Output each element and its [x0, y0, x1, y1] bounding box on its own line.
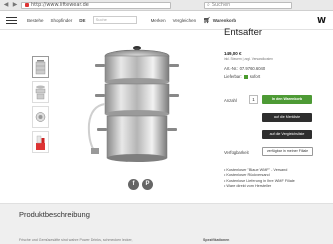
description-text: Frische und Gemüsesäfte sind wahre Power…	[19, 238, 133, 242]
juice-glass-icon	[36, 135, 45, 150]
product-title: Entsafter	[224, 27, 263, 38]
quantity-input[interactable]: 1	[249, 95, 258, 104]
quantity-label: Anzahl	[224, 98, 237, 103]
browser-search-input[interactable]: ⌕ Suchen	[204, 1, 292, 9]
favicon-icon	[25, 3, 29, 7]
feature-item: Kostenlose Lieferung in Ihre WMF Filiale	[224, 179, 294, 183]
menu-icon[interactable]	[6, 16, 17, 24]
add-to-cart-button[interactable]: In den Warenkorb	[262, 95, 312, 104]
thumbnail-1[interactable]	[32, 56, 49, 78]
juicer-parts-icon	[35, 85, 46, 100]
pinterest-icon[interactable]: P	[142, 179, 153, 190]
brand-logo[interactable]: W	[317, 16, 326, 25]
forward-icon[interactable]: ▶	[12, 2, 18, 8]
feature-item: Kostenloser "Blaue WMF" - Versand	[224, 168, 295, 172]
header-link-shopfinder[interactable]: Shopfinder	[51, 18, 73, 23]
url-field[interactable]: http://www.liftewear.de	[21, 1, 171, 9]
description-title: Produktbeschreibung	[19, 210, 90, 219]
juicer-thumb-icon	[35, 60, 46, 75]
article-number: Art.-Nr.: 07.9760.6040	[224, 66, 266, 71]
header-link-merken[interactable]: Merken	[151, 18, 166, 23]
product-price: 149,00 €	[224, 51, 242, 56]
thumbnail-list	[32, 56, 50, 156]
header-link-language[interactable]: DE	[79, 18, 85, 23]
cart-label: Warenkorb	[212, 17, 237, 23]
add-to-wishlist-button[interactable]: auf die Merkliste	[262, 113, 312, 122]
url-text: http://www.liftewear.de	[31, 1, 89, 8]
header-link-vergleichen[interactable]: Vergleichen	[173, 18, 197, 23]
delivery-label: Lieferbar:	[224, 74, 242, 79]
social-share: f P	[128, 179, 153, 190]
feature-list: Kostenloser "Blaue WMF" - Versand Kosten…	[224, 168, 295, 190]
site-header: Bestehe Shopfinder DE Suche Merken Vergl…	[0, 11, 333, 30]
facebook-icon[interactable]: f	[128, 179, 139, 190]
search-icon: ⌕	[207, 1, 210, 8]
cart-icon: 🛒︎	[203, 17, 211, 24]
delivery-status: Lieferbar: sofort	[224, 74, 260, 79]
browser-search-placeholder: Suchen	[211, 1, 231, 8]
site-search-input[interactable]: Suche	[92, 16, 137, 24]
back-icon[interactable]: ◀	[3, 2, 9, 8]
delivery-value: sofort	[249, 74, 261, 79]
feature-item: Ware direkt vom Hersteller	[224, 184, 295, 188]
cart-button[interactable]: 🛒︎ Warenkorb	[203, 17, 236, 24]
product-image	[87, 46, 179, 162]
juicer-detail-icon	[35, 112, 46, 122]
price-note: inkl. Steuern | zzgl. Versandkosten	[224, 57, 273, 61]
in-stock-icon	[243, 74, 248, 79]
store-availability-button[interactable]: verfügbar in meiner Filiale	[262, 147, 313, 156]
browser-toolbar: ◀ ▶ http://www.liftewear.de ⌕ Suchen	[0, 0, 333, 11]
header-link-bestehe[interactable]: Bestehe	[27, 18, 44, 23]
feature-item: Kostenloser Rückversand	[224, 173, 295, 177]
availability-label: Verfügbarkeit	[224, 150, 249, 155]
add-to-compare-button[interactable]: auf die Vergleichsliste	[262, 130, 312, 139]
thumbnail-3[interactable]	[32, 106, 49, 128]
thumbnail-4[interactable]	[32, 131, 49, 153]
specifications-label: Spezifikationen	[203, 238, 230, 242]
thumbnail-2[interactable]	[32, 81, 49, 103]
